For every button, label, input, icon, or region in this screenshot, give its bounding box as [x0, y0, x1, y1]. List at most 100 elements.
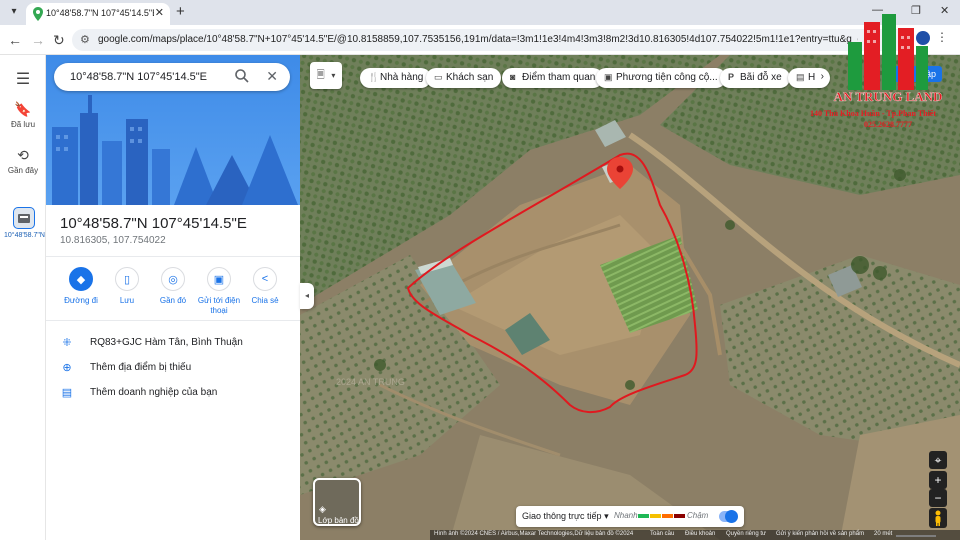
chip-label: Nhà hàng	[380, 72, 424, 83]
maps-pin-icon	[33, 7, 43, 21]
saved-button[interactable]: 🔖 Đã lưu	[0, 101, 46, 129]
clear-search-icon[interactable]: ✕	[266, 68, 278, 84]
tab-close-icon[interactable]: ✕	[155, 6, 164, 19]
chip-label: Khách sạn	[446, 72, 494, 83]
share-label: Chia sẻ	[251, 296, 279, 305]
live-traffic-panel: Giao thông trực tiếp ▾ Nhanh Chậm	[516, 506, 744, 527]
maps-left-rail: ☰ 🔖 Đã lưu ⟲ Gần đây 10°48'58.7"N	[0, 55, 46, 540]
global-link[interactable]: Toàn cầu	[650, 531, 674, 537]
place-thumbnail-icon	[18, 214, 30, 223]
tab-title: 10°48'58.7"N 107°45'14.5"E - G	[46, 8, 154, 18]
url-text: google.com/maps/place/10°48'58.7"N+107°4…	[98, 34, 858, 45]
chevron-down-icon: ▾	[331, 71, 336, 80]
hamburger-icon: ☰	[15, 71, 31, 88]
nearby-label: Gần đó	[159, 296, 187, 305]
forward-icon[interactable]: →	[31, 32, 45, 48]
recents-label: Gần đây	[7, 166, 39, 175]
plus-code-icon: ⁜	[62, 337, 72, 349]
traffic-color-moderate	[650, 514, 661, 518]
saved-label: Đã lưu	[10, 120, 36, 129]
traffic-color-fast	[638, 514, 649, 518]
add-business-icon: ▤	[61, 387, 73, 399]
send-to-phone-label: Gửi tới điện thoại	[197, 296, 241, 315]
chip-parking[interactable]: P Bãi đỗ xe	[720, 68, 790, 88]
back-icon[interactable]: ←	[8, 32, 22, 48]
my-location-button[interactable]: ⌖	[929, 451, 947, 469]
nearby-icon: ◎	[161, 267, 185, 291]
browser-tab[interactable]: 10°48'58.7"N 107°45'14.5"E - G ✕	[26, 3, 170, 25]
add-business-text: Thêm doanh nghiệp của bạn	[90, 387, 218, 398]
place-decimal-coordinates: 10.816305, 107.754022	[60, 235, 166, 246]
reload-icon[interactable]: ↻	[53, 32, 65, 49]
divider	[46, 256, 300, 257]
live-traffic-dropdown[interactable]: Giao thông trực tiếp ▾	[522, 511, 609, 522]
minus-icon: −	[934, 491, 942, 505]
imagery-attribution: Hình ảnh ©2024 CNES / Airbus,Maxar Techn…	[434, 531, 634, 537]
view-toggle-button[interactable]: 🗏 ▾	[310, 62, 342, 89]
chip-transit[interactable]: ▣ Phương tiện công cộ...	[596, 68, 726, 88]
history-icon: ⟲	[17, 147, 29, 163]
share-button[interactable]: < Chia sẻ	[242, 267, 288, 306]
plus-code-text: RQ83+GJC Hàm Tân, Bình Thuận	[90, 337, 243, 348]
pharmacy-icon: ▤	[796, 72, 805, 82]
chip-attractions[interactable]: ◙ Điểm tham quan	[502, 68, 604, 88]
traffic-toggle[interactable]	[719, 510, 738, 523]
chip-label: Phương tiện công cộ...	[616, 72, 718, 83]
nearby-button[interactable]: ◎ Gần đó	[150, 267, 196, 306]
save-label: Lưu	[119, 296, 135, 305]
terms-link[interactable]: Điều khoản	[685, 531, 715, 537]
new-tab-icon[interactable]: +	[176, 3, 185, 20]
add-business-row[interactable]: ▤ Thêm doanh nghiệp của bạn	[60, 385, 290, 403]
traffic-color-very-slow	[674, 514, 685, 518]
map-watermark-text: 2024 AN TRUNG	[336, 377, 405, 387]
menu-button[interactable]: ☰	[0, 69, 46, 89]
place-title: 10°48'58.7"N 107°45'14.5"E	[60, 215, 247, 232]
plus-code-row[interactable]: ⁜ RQ83+GJC Hàm Tân, Bình Thuận	[60, 335, 290, 353]
directions-label: Đường đi	[64, 296, 98, 305]
chevron-down-icon: ▾	[604, 511, 609, 521]
url-field[interactable]: ⚙ google.com/maps/place/10°48'58.7"N+107…	[72, 29, 908, 51]
search-input[interactable]: 10°48'58.7"N 107°45'14.5"E ✕	[54, 63, 290, 91]
collapse-panel-button[interactable]: ◂	[300, 283, 314, 309]
add-location-icon: ⊕	[62, 362, 72, 374]
transit-icon: ▣	[604, 72, 613, 82]
browser-tab-bar: ▾ 10°48'58.7"N 107°45'14.5"E - G ✕ + — ❐…	[0, 0, 960, 25]
add-missing-place-row[interactable]: ⊕ Thêm địa điểm bị thiếu	[60, 360, 290, 378]
save-button[interactable]: ▯ Lưu	[104, 267, 150, 306]
pegman-icon	[935, 510, 941, 526]
directions-icon: ◆	[69, 267, 93, 291]
map-footer: Hình ảnh ©2024 CNES / Airbus,Maxar Techn…	[430, 530, 960, 540]
logo-company-name: AN TRUNG LAND	[833, 89, 943, 104]
search-icon[interactable]	[234, 68, 250, 84]
street-view-pegman[interactable]	[929, 508, 947, 528]
chip-label: Điểm tham quan	[522, 72, 596, 83]
zoom-in-button[interactable]: +	[929, 471, 947, 489]
layers-button[interactable]: ◈ Lớp bản đồ	[313, 478, 361, 526]
send-to-phone-button[interactable]: ▣ Gửi tới điện thoại	[196, 267, 242, 316]
directions-button[interactable]: ◆ Đường đi	[58, 267, 104, 306]
traffic-slow-label: Chậm	[687, 511, 709, 520]
feedback-link[interactable]: Gửi ý kiến phản hồi về sản phẩm	[776, 531, 864, 537]
camera-icon: ◙	[510, 72, 516, 82]
privacy-link[interactable]: Quyền riêng tư	[726, 531, 766, 537]
tab-search-icon[interactable]: ▾	[6, 4, 22, 20]
parking-icon: P	[728, 72, 735, 82]
site-info-icon[interactable]: ⚙	[80, 33, 90, 46]
chip-label: H	[808, 72, 816, 83]
recent-place-thumbnail	[13, 207, 35, 229]
map-view-icon: 🗏	[316, 70, 325, 81]
layers-label: Lớp bản đồ	[318, 516, 359, 525]
traffic-fast-label: Nhanh	[614, 511, 638, 520]
traffic-color-slow	[662, 514, 673, 518]
zoom-out-button[interactable]: −	[929, 489, 947, 507]
address-bar: ← → ↻ ⚙ google.com/maps/place/10°48'58.7…	[0, 25, 960, 55]
buildings-logo-graphic	[848, 14, 928, 90]
recent-place-item[interactable]: 10°48'58.7"N	[4, 207, 45, 240]
logo-phone: 025.2628.7777	[864, 120, 912, 129]
scale-label: 20 mét	[874, 531, 893, 537]
chip-hotels[interactable]: ▭ Khách sạn	[426, 68, 502, 88]
live-traffic-label: Giao thông trực tiếp	[522, 511, 602, 521]
divider	[46, 320, 300, 321]
recents-button[interactable]: ⟲ Gần đây	[0, 147, 46, 175]
chip-restaurants[interactable]: 🍴Nhà hàng	[360, 68, 432, 88]
